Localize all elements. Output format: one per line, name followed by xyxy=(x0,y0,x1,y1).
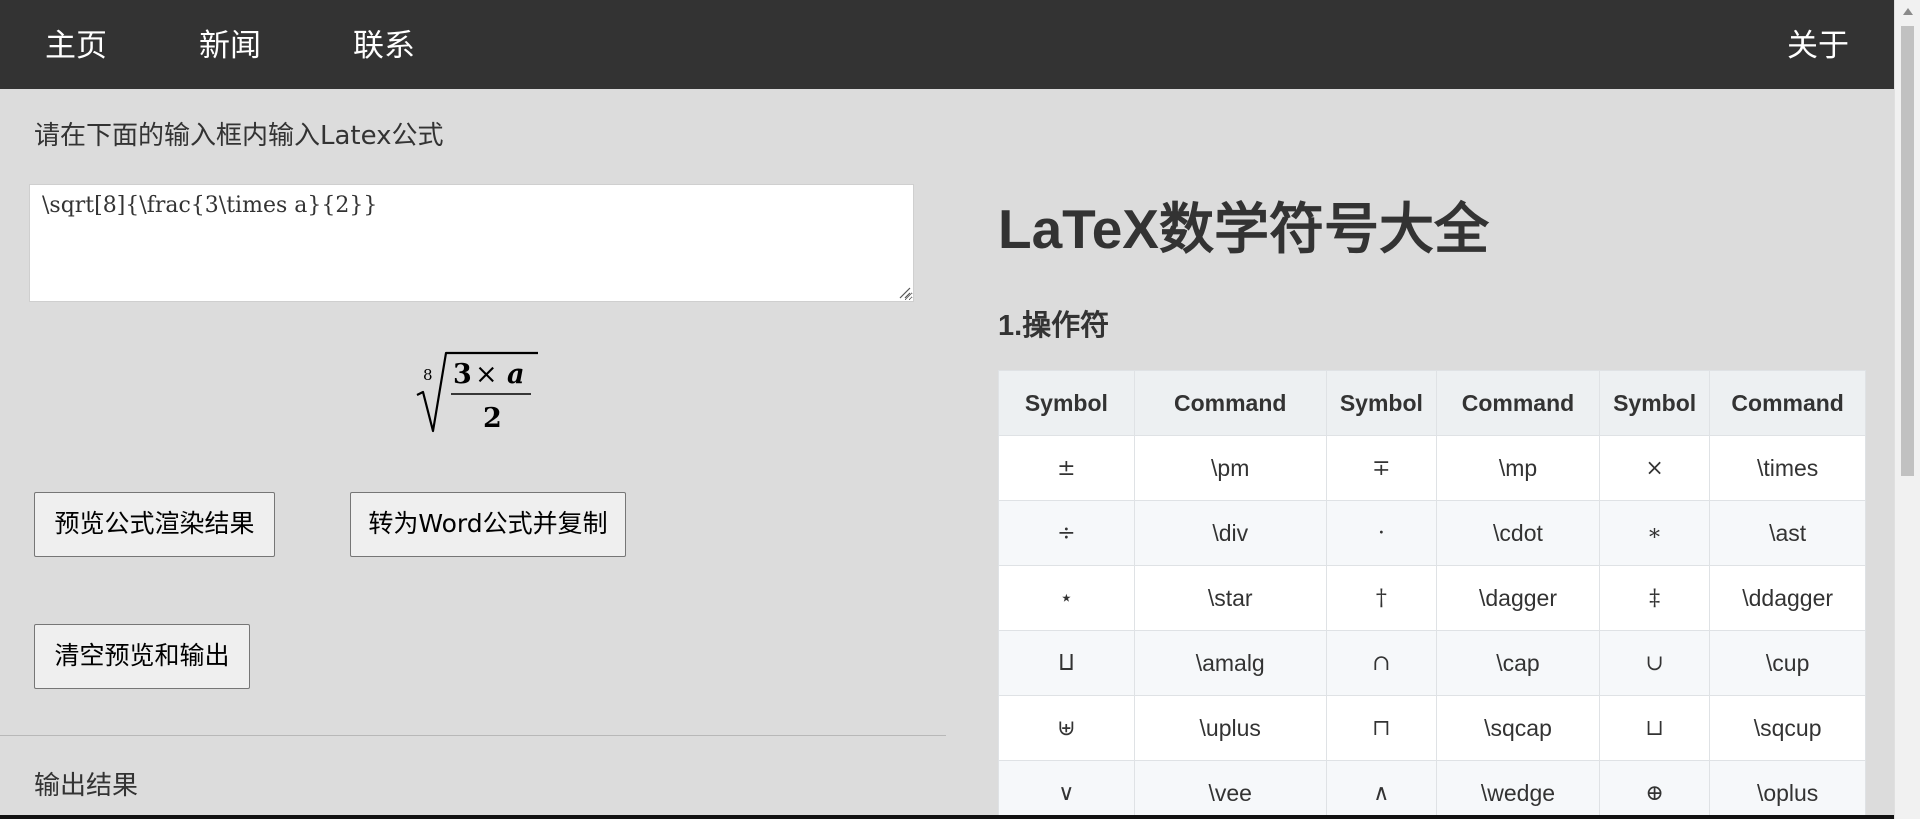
denominator: 2 xyxy=(483,403,502,434)
header-symbol: Symbol xyxy=(998,370,1135,436)
header-command: Command xyxy=(1436,370,1600,436)
reference-panel: LaTeX数学符号大全 1.操作符 Symbol Command Symbol … xyxy=(998,89,1866,819)
table-row: ± \pm ∓ \mp × \times xyxy=(998,435,1866,501)
symbol-cell: ÷ xyxy=(998,500,1135,566)
symbol-cell: ⋆ xyxy=(998,565,1135,631)
command-cell: \ast xyxy=(1709,500,1866,566)
times-symbol: × xyxy=(475,359,498,390)
table-row: ⨿ \amalg ∩ \cap ∪ \cup xyxy=(998,630,1866,696)
command-cell: \pm xyxy=(1133,435,1327,501)
symbol-cell: · xyxy=(1325,500,1438,566)
output-label: 输出结果 xyxy=(34,771,139,801)
reference-title: LaTeX数学符号大全 xyxy=(998,198,1489,260)
header-symbol: Symbol xyxy=(1598,370,1711,436)
symbol-table: Symbol Command Symbol Command Symbol Com… xyxy=(998,370,1866,819)
nav-home[interactable]: 主页 xyxy=(45,0,107,89)
nav-about[interactable]: 关于 xyxy=(1787,0,1849,89)
command-cell: \vee xyxy=(1133,760,1327,819)
formula-preview: 8 3 × a 2 xyxy=(416,351,538,434)
table-row: ⊎ \uplus ⊓ \sqcap ⊔ \sqcup xyxy=(998,695,1866,761)
numerator-number: 3 xyxy=(453,359,472,390)
symbol-cell: ∓ xyxy=(1325,435,1438,501)
symbol-cell: ⨿ xyxy=(998,630,1135,696)
symbol-cell: ‡ xyxy=(1598,565,1711,631)
symbol-cell: ⊎ xyxy=(998,695,1135,761)
command-cell: \div xyxy=(1133,500,1327,566)
symbol-cell: ∗ xyxy=(1598,500,1711,566)
symbol-cell: ⊓ xyxy=(1325,695,1438,761)
symbol-cell: × xyxy=(1598,435,1711,501)
command-cell: \times xyxy=(1709,435,1866,501)
symbol-cell: ∨ xyxy=(998,760,1135,819)
command-cell: \wedge xyxy=(1436,760,1600,819)
header-command: Command xyxy=(1133,370,1327,436)
header-symbol: Symbol xyxy=(1325,370,1438,436)
nav-news[interactable]: 新闻 xyxy=(199,0,261,89)
symbol-cell: ⊕ xyxy=(1598,760,1711,819)
header-command: Command xyxy=(1709,370,1866,436)
command-cell: \cap xyxy=(1436,630,1600,696)
table-row: ⋆ \star † \dagger ‡ \ddagger xyxy=(998,565,1866,631)
command-cell: \ddagger xyxy=(1709,565,1866,631)
table-header-row: Symbol Command Symbol Command Symbol Com… xyxy=(998,370,1866,436)
command-cell: \amalg xyxy=(1133,630,1327,696)
command-cell: \sqcup xyxy=(1709,695,1866,761)
divider xyxy=(0,735,946,736)
convert-word-button[interactable]: 转为Word公式并复制 xyxy=(350,492,626,557)
latex-input[interactable]: \sqrt[8]{\frac{3\times a}{2}} xyxy=(29,184,914,302)
symbol-cell: ∩ xyxy=(1325,630,1438,696)
command-cell: \sqcap xyxy=(1436,695,1600,761)
command-cell: \uplus xyxy=(1133,695,1327,761)
symbol-cell: ⊔ xyxy=(1598,695,1711,761)
symbol-cell: † xyxy=(1325,565,1438,631)
scrollbar-thumb[interactable] xyxy=(1901,26,1914,476)
editor-panel: 请在下面的输入框内输入Latex公式 \sqrt[8]{\frac{3\time… xyxy=(0,89,946,819)
command-cell: \star xyxy=(1133,565,1327,631)
window-bottom-edge xyxy=(0,815,1894,819)
resize-grip-icon[interactable] xyxy=(897,285,911,299)
nav-contact[interactable]: 联系 xyxy=(353,0,415,89)
table-row: ∨ \vee ∧ \wedge ⊕ \oplus xyxy=(998,760,1866,819)
command-cell: \cup xyxy=(1709,630,1866,696)
command-cell: \cdot xyxy=(1436,500,1600,566)
preview-button[interactable]: 预览公式渲染结果 xyxy=(34,492,275,557)
numerator-variable: a xyxy=(507,359,525,390)
command-cell: \dagger xyxy=(1436,565,1600,631)
command-cell: \oplus xyxy=(1709,760,1866,819)
symbol-cell: ∧ xyxy=(1325,760,1438,819)
section-heading: 1.操作符 xyxy=(998,310,1110,342)
command-cell: \mp xyxy=(1436,435,1600,501)
instruction-text: 请在下面的输入框内输入Latex公式 xyxy=(34,121,444,151)
top-nav: 主页 新闻 联系 关于 xyxy=(0,0,1920,89)
scroll-up-arrow-icon[interactable] xyxy=(1903,8,1913,15)
table-row: ÷ \div · \cdot ∗ \ast xyxy=(998,500,1866,566)
symbol-cell: ± xyxy=(998,435,1135,501)
page-scrollbar[interactable] xyxy=(1894,0,1920,819)
root-index: 8 xyxy=(423,366,433,384)
clear-button[interactable]: 清空预览和输出 xyxy=(34,624,250,689)
symbol-cell: ∪ xyxy=(1598,630,1711,696)
